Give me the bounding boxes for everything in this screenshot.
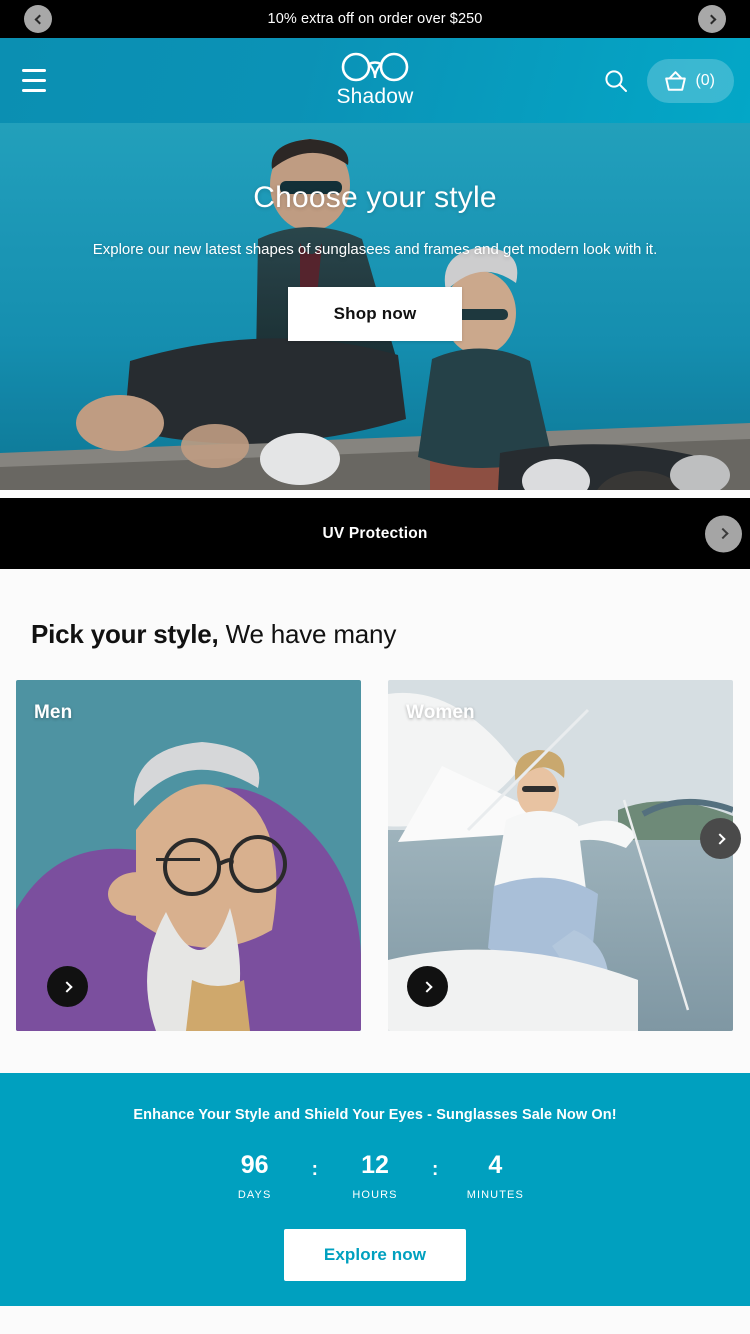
countdown-separator: :	[432, 1159, 439, 1180]
hero-subtitle: Explore our new latest shapes of sunglas…	[92, 241, 658, 258]
chevron-right-icon	[716, 527, 729, 540]
chevron-right-icon	[706, 14, 716, 24]
countdown-value: 96	[240, 1151, 269, 1179]
promo-countdown-section: Enhance Your Style and Shield Your Eyes …	[0, 1073, 750, 1306]
shopping-basket-icon	[665, 70, 687, 91]
cart-button[interactable]: (0)	[647, 58, 734, 103]
announcement-prev-button[interactable]	[24, 5, 52, 33]
category-card-men-arrow-button[interactable]	[47, 966, 88, 1007]
header-actions: (0)	[599, 58, 734, 103]
uv-banner-next-button[interactable]	[705, 515, 742, 552]
uv-protection-banner: UV Protection	[0, 498, 750, 569]
category-card-women[interactable]: Women	[388, 680, 733, 1031]
countdown-separator: :	[311, 1159, 318, 1180]
explore-now-button[interactable]: Explore now	[283, 1229, 467, 1281]
category-card-list: Men Women	[0, 650, 750, 1031]
countdown-label: HOURS	[352, 1189, 398, 1201]
brand-name: Shadow	[336, 85, 414, 108]
category-label: Men	[34, 702, 73, 723]
chevron-left-icon	[34, 14, 44, 24]
cart-count-label: (0)	[695, 71, 715, 89]
category-label: Women	[406, 702, 475, 723]
countdown-timer: 96 DAYS : 12 HOURS : 4 MINUTES	[218, 1151, 533, 1202]
countdown-label: MINUTES	[466, 1189, 524, 1201]
shop-now-button[interactable]: Shop now	[287, 287, 463, 341]
pick-your-style-section: Pick your style, We have many Men Women	[0, 569, 750, 1031]
hamburger-bar	[22, 69, 46, 72]
hero-title: Choose your style	[253, 181, 497, 214]
uv-protection-label: UV Protection	[322, 524, 428, 542]
announcement-next-button[interactable]	[698, 5, 726, 33]
chevron-right-icon	[420, 980, 433, 993]
hero-banner: Choose your style Explore our new latest…	[0, 123, 750, 490]
brand-logo[interactable]: Shadow	[334, 52, 416, 109]
section-heading: Pick your style, We have many	[0, 619, 750, 650]
search-icon	[605, 69, 628, 92]
countdown-label: DAYS	[237, 1189, 272, 1201]
announcement-text: 10% extra off on order over $250	[267, 11, 483, 27]
chevron-right-icon	[713, 832, 726, 845]
site-header: Shadow (0)	[0, 38, 750, 123]
countdown-value: 12	[361, 1151, 389, 1179]
category-card-women-arrow-button[interactable]	[407, 966, 448, 1007]
chevron-right-icon	[60, 980, 73, 993]
category-card-men[interactable]: Men	[16, 680, 361, 1031]
page-bottom-spacer	[0, 1306, 750, 1334]
hero-content: Choose your style Explore our new latest…	[0, 123, 750, 490]
countdown-unit-days: 96 DAYS	[218, 1151, 292, 1202]
search-button[interactable]	[599, 64, 633, 98]
countdown-unit-hours: 12 HOURS	[338, 1151, 412, 1202]
section-heading-bold: Pick your style,	[31, 619, 219, 649]
glasses-logo-icon	[341, 52, 409, 82]
countdown-value: 4	[488, 1151, 503, 1179]
countdown-unit-minutes: 4 MINUTES	[458, 1151, 532, 1202]
announcement-bar: 10% extra off on order over $250	[0, 0, 750, 38]
hamburger-menu-icon[interactable]	[12, 61, 56, 101]
hamburger-bar	[22, 79, 46, 82]
hamburger-bar	[22, 89, 46, 92]
page-root: 10% extra off on order over $250 Shadow	[0, 0, 750, 1334]
promo-headline: Enhance Your Style and Shield Your Eyes …	[133, 1107, 617, 1123]
category-carousel-next-button[interactable]	[700, 818, 741, 859]
section-heading-rest: We have many	[218, 619, 397, 649]
